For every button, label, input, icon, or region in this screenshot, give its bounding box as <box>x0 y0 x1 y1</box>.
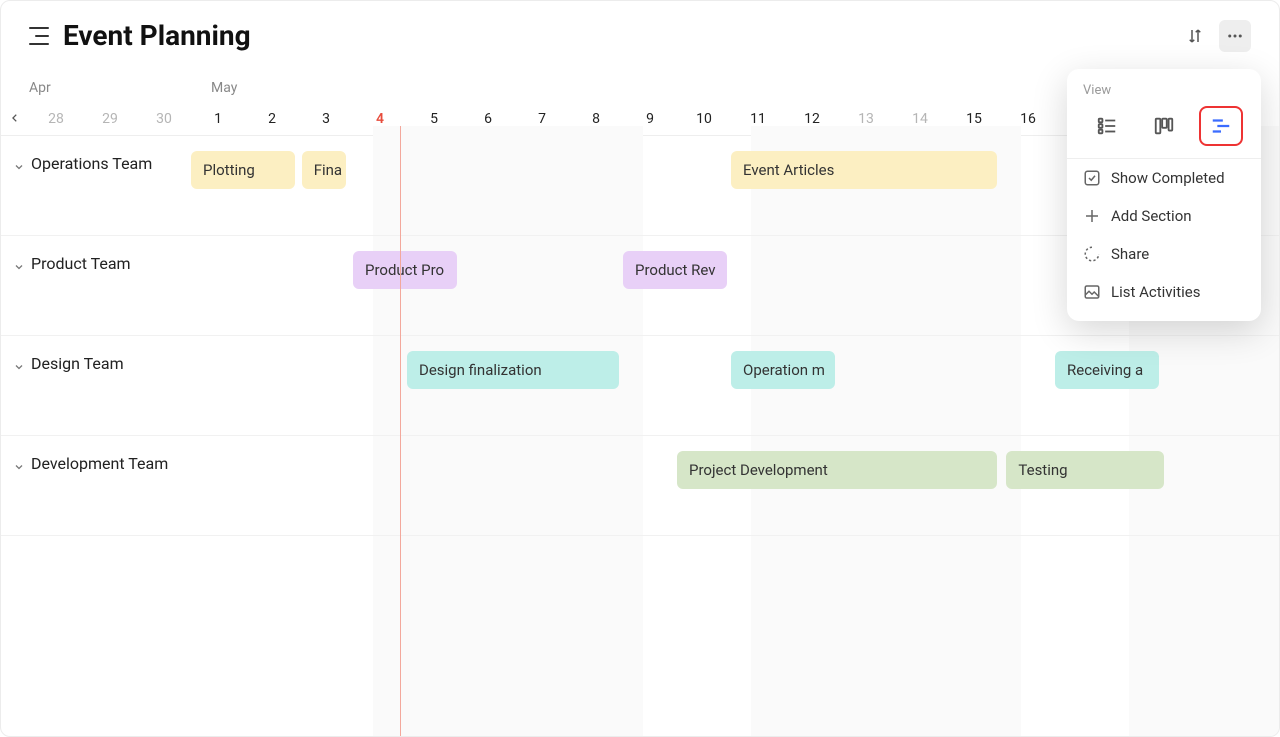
view-options-dropdown: View Show Completed Add Section <box>1067 69 1261 321</box>
plus-icon <box>1083 207 1101 225</box>
day-cell: 10 <box>677 111 731 127</box>
day-cell: 11 <box>731 111 785 127</box>
add-section-label: Add Section <box>1111 207 1192 225</box>
dropdown-section-title: View <box>1067 83 1261 106</box>
sort-icon[interactable] <box>1179 20 1211 52</box>
section-name: Operations Team <box>31 154 152 173</box>
share-item[interactable]: Share <box>1067 235 1261 273</box>
today-indicator-line <box>400 126 401 736</box>
day-cell: 2 <box>245 111 299 127</box>
section-toggle[interactable]: Operations Team <box>1 136 211 235</box>
section-toggle[interactable]: Product Team <box>1 236 211 335</box>
task-bar[interactable]: Product Rev <box>623 251 727 289</box>
view-timeline-button[interactable] <box>1199 106 1243 146</box>
check-square-icon <box>1083 169 1101 187</box>
show-completed-item[interactable]: Show Completed <box>1067 159 1261 197</box>
day-cell: 29 <box>83 111 137 127</box>
section-name: Product Team <box>31 254 131 273</box>
show-completed-label: Show Completed <box>1111 169 1225 187</box>
chevron-down-icon <box>13 258 27 272</box>
task-bar[interactable]: Operation m <box>731 351 835 389</box>
timeline-section: Development Team Project DevelopmentTesti… <box>1 436 1279 536</box>
day-cell: 16 <box>1001 111 1055 127</box>
share-label: Share <box>1111 245 1149 263</box>
day-cell: 14 <box>893 111 947 127</box>
image-icon <box>1083 283 1101 301</box>
month-label-may: May <box>211 80 237 96</box>
section-track: Design finalization Operation m Receiving … <box>211 336 1279 435</box>
day-cell: 5 <box>407 111 461 127</box>
section-name: Design Team <box>31 354 124 373</box>
view-list-button[interactable] <box>1085 106 1129 146</box>
chevron-down-icon <box>13 158 27 172</box>
prev-arrow-icon[interactable] <box>1 111 29 127</box>
list-activities-item[interactable]: List Activities <box>1067 273 1261 311</box>
day-cell: 12 <box>785 111 839 127</box>
section-name: Development Team <box>31 454 168 473</box>
day-cell: 28 <box>29 111 83 127</box>
chevron-down-icon <box>13 458 27 472</box>
view-board-button[interactable] <box>1142 106 1186 146</box>
section-toggle[interactable]: Development Team <box>1 436 211 535</box>
page-title: Event Planning <box>63 19 251 52</box>
share-icon <box>1083 245 1101 263</box>
day-cell: 13 <box>839 111 893 127</box>
task-bar[interactable]: Event Articles <box>731 151 997 189</box>
day-cell: 9 <box>623 111 677 127</box>
day-cell: 15 <box>947 111 1001 127</box>
task-bar[interactable]: Design finalization <box>407 351 619 389</box>
more-icon[interactable] <box>1219 20 1251 52</box>
day-cell: 8 <box>569 111 623 127</box>
task-bar[interactable]: Fina <box>302 151 347 189</box>
chevron-down-icon <box>13 358 27 372</box>
menu-icon[interactable] <box>29 27 49 45</box>
section-toggle[interactable]: Design Team <box>1 336 211 435</box>
task-bar[interactable]: Testing <box>1006 451 1164 489</box>
day-cell: 30 <box>137 111 191 127</box>
day-cell: 1 <box>191 111 245 127</box>
day-cell: 6 <box>461 111 515 127</box>
add-section-item[interactable]: Add Section <box>1067 197 1261 235</box>
task-bar[interactable]: Project Development <box>677 451 997 489</box>
day-cell: 4 <box>353 111 407 127</box>
timeline-section: Design Team Design finalization Operation … <box>1 336 1279 436</box>
month-label-apr: Apr <box>29 80 211 96</box>
section-track: Project DevelopmentTesting <box>211 436 1279 535</box>
day-cell: 3 <box>299 111 353 127</box>
task-bar[interactable]: Product Pro <box>353 251 457 289</box>
list-activities-label: List Activities <box>1111 283 1200 301</box>
task-bar[interactable]: Receiving a <box>1055 351 1159 389</box>
day-cell: 7 <box>515 111 569 127</box>
